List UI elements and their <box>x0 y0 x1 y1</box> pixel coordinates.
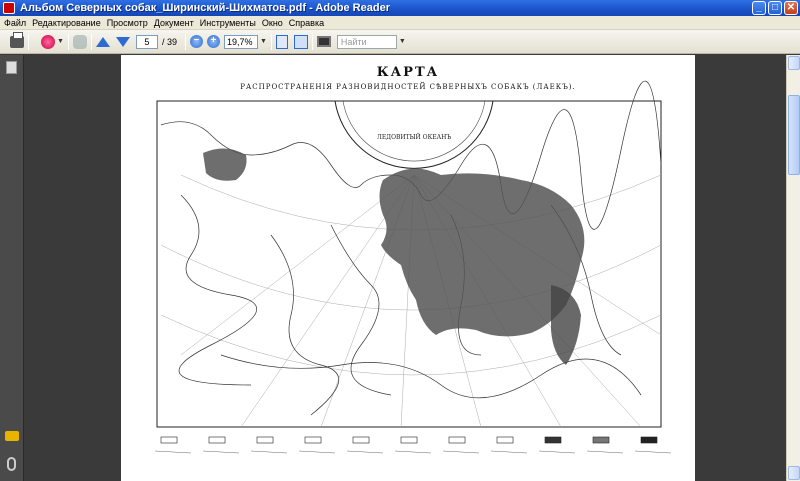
chevron-down-icon[interactable]: ▼ <box>57 38 64 45</box>
legend-caption <box>586 450 624 454</box>
pdf-page: КАРТА РАСПРОСТРАНЕНІЯ РАЗНОВИДНОСТЕЙ СѢВ… <box>121 55 695 481</box>
legend-caption <box>250 450 288 454</box>
fit-width-icon[interactable] <box>293 34 308 49</box>
legend-caption <box>490 450 528 454</box>
navigation-panel <box>0 55 24 481</box>
chevron-down-icon[interactable]: ▼ <box>260 38 267 45</box>
toolbar-separator <box>67 33 69 50</box>
vertical-scrollbar[interactable] <box>786 55 800 481</box>
legend-caption <box>154 450 192 454</box>
toolbar-separator <box>184 33 186 50</box>
search-input[interactable]: Найти <box>336 34 397 49</box>
document-area: КАРТА РАСПРОСТРАНЕНІЯ РАЗНОВИДНОСТЕЙ СѢВ… <box>25 55 786 481</box>
printer-icon[interactable] <box>10 31 24 48</box>
legend-swatch <box>496 436 514 444</box>
legend-swatch <box>400 436 418 444</box>
legend-swatch <box>304 436 322 444</box>
window-title: Альбом Северных собак_Ширинский-Шихматов… <box>20 2 390 14</box>
map-figure: ЛЕДОВИТЫЙ ОКЕАНЪ <box>154 80 672 454</box>
legend-swatch <box>640 436 658 444</box>
arrow-up-icon[interactable] <box>95 36 110 47</box>
maximize-button[interactable]: □ <box>768 1 782 15</box>
toolbar-separator <box>270 33 272 50</box>
legend-caption <box>442 450 480 454</box>
hand-icon[interactable] <box>72 34 87 49</box>
ocean-label: ЛЕДОВИТЫЙ ОКЕАНЪ <box>377 133 452 141</box>
menu-document[interactable]: Документ <box>154 18 194 28</box>
toolbar-separator <box>311 33 313 50</box>
zoom-input[interactable]: 19,7% <box>223 34 258 49</box>
pages-icon[interactable] <box>6 61 17 74</box>
page-number-input[interactable]: 5 <box>135 34 158 49</box>
legend-swatch <box>208 436 226 444</box>
paperclip-icon[interactable] <box>7 457 16 471</box>
legend-caption <box>394 450 432 454</box>
adobe-reader-icon <box>3 2 15 14</box>
legend-swatch <box>592 436 610 444</box>
legend-caption <box>298 450 336 454</box>
scroll-down-button[interactable] <box>788 466 800 480</box>
scroll-up-button[interactable] <box>788 56 800 70</box>
legend-caption <box>538 450 576 454</box>
zoom-out-button[interactable]: − <box>189 35 203 48</box>
shaded-region-scandinavia <box>203 148 247 181</box>
zoom-in-button[interactable]: + <box>206 35 220 48</box>
menu-view[interactable]: Просмотр <box>107 18 148 28</box>
legend-swatch <box>160 436 178 444</box>
arrow-down-icon[interactable] <box>115 36 130 47</box>
menu-help[interactable]: Справка <box>289 18 324 28</box>
chevron-down-icon[interactable]: ▼ <box>399 38 406 45</box>
legend-caption <box>202 450 240 454</box>
toolbar-separator <box>28 33 29 50</box>
menu-edit[interactable]: Редактирование <box>32 18 101 28</box>
menu-tools[interactable]: Инструменты <box>200 18 256 28</box>
legend-swatch <box>448 436 466 444</box>
legend-caption <box>634 450 672 454</box>
close-button[interactable]: ✕ <box>784 1 798 15</box>
toolbar: ▼ 5 / 39 − + 19,7% ▼ Найти ▼ <box>0 30 800 54</box>
fit-page-icon[interactable] <box>275 34 288 49</box>
toolbar-separator <box>90 33 92 50</box>
page-total: / 39 <box>161 36 177 47</box>
legend-swatch <box>544 436 562 444</box>
sign-icon[interactable] <box>41 34 55 49</box>
scroll-thumb[interactable] <box>788 95 800 175</box>
map-legend <box>154 436 672 454</box>
legend-swatch <box>256 436 274 444</box>
comment-icon[interactable] <box>5 431 19 441</box>
menu-bar: Файл Редактирование Просмотр Документ Ин… <box>0 16 800 30</box>
title-bar: Альбом Северных собак_Ширинский-Шихматов… <box>0 0 800 16</box>
menu-window[interactable]: Окно <box>262 18 283 28</box>
minimize-button[interactable]: _ <box>752 1 766 15</box>
legend-caption <box>346 450 384 454</box>
screen-icon[interactable] <box>316 36 331 47</box>
legend-swatch <box>352 436 370 444</box>
menu-file[interactable]: Файл <box>4 18 26 28</box>
